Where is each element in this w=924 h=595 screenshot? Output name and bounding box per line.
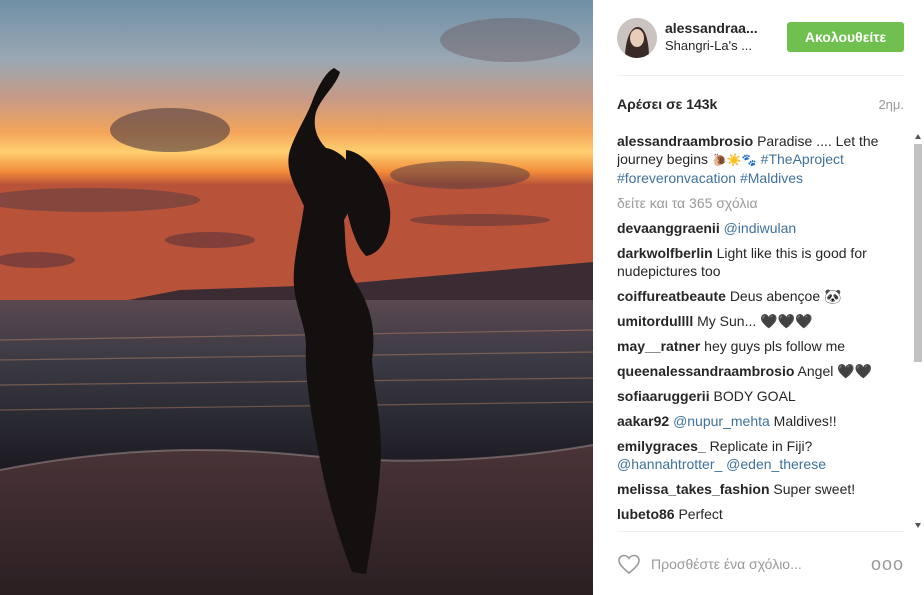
scroll-up-arrow[interactable] xyxy=(915,134,921,139)
comment-item: sofiaaruggerii BODY GOAL xyxy=(617,387,897,405)
post-username[interactable]: alessandraa... xyxy=(665,20,758,36)
comments-list[interactable]: alessandraambrosio Paradise .... Let the… xyxy=(617,132,897,530)
post-timestamp[interactable]: 2ημ. xyxy=(878,97,904,112)
avatar[interactable] xyxy=(617,18,657,58)
comments-scrollbar[interactable] xyxy=(912,132,924,530)
comment-footer: ooo xyxy=(617,531,904,595)
caption-emoji: 🐌☀️🐾 xyxy=(711,153,757,167)
sunset-photo xyxy=(0,0,593,595)
caption: alessandraambrosio Paradise .... Let the… xyxy=(617,132,897,187)
comment-item: melissa_takes_fashion Super sweet! xyxy=(617,480,897,498)
comment-text: Perfect xyxy=(678,506,723,522)
comment-item: aakar92 @nupur_mehta Maldives!! xyxy=(617,412,897,430)
mention-link[interactable]: @indiwulan xyxy=(724,220,797,236)
comment-item: darkwolfberlin Light like this is good f… xyxy=(617,244,897,280)
hashtag-link[interactable]: #TheAproject xyxy=(761,151,844,167)
comment-text: Deus abençoe 🐼 xyxy=(729,288,842,304)
add-comment-input[interactable] xyxy=(651,554,851,574)
scroll-thumb[interactable] xyxy=(914,144,922,362)
hashtag-link[interactable]: #foreveronvacation xyxy=(617,170,736,186)
likes-count[interactable]: Αρέσει σε 143k xyxy=(617,96,717,112)
likes-row: Αρέσει σε 143k 2ημ. xyxy=(617,96,904,116)
mention-link[interactable]: @nupur_mehta xyxy=(673,413,770,429)
comment-text: Super sweet! xyxy=(773,481,856,497)
comment-text: BODY GOAL xyxy=(713,388,796,404)
scroll-down-arrow[interactable] xyxy=(915,523,921,528)
comment-text: My Sun... 🖤🖤🖤 xyxy=(697,313,813,329)
post-header: alessandraa... Shangri-La's ... Ακολουθε… xyxy=(617,16,904,76)
comment-username[interactable]: emilygraces_ xyxy=(617,438,706,454)
comment-username[interactable]: queenalessandraambrosio xyxy=(617,363,794,379)
comment-item: queenalessandraambrosio Angel 🖤🖤 xyxy=(617,362,897,380)
more-options-icon[interactable]: ooo xyxy=(871,554,904,575)
avatar-image xyxy=(617,18,657,58)
comment-text: Replicate in Fiji? xyxy=(709,438,813,454)
comment-text: hey guys pls follow me xyxy=(704,338,846,354)
post-photo[interactable] xyxy=(0,0,593,595)
comment-item: coiffureatbeaute Deus abençoe 🐼 xyxy=(617,287,897,305)
mention-link[interactable]: @hannahtrotter_ @eden_therese xyxy=(617,456,826,472)
comment-username[interactable]: umitordullll xyxy=(617,313,693,329)
comment-username[interactable]: lubeto86 xyxy=(617,506,675,522)
post-location[interactable]: Shangri-La's ... xyxy=(665,38,752,53)
comment-item: devaanggraenii @indiwulan xyxy=(617,219,897,237)
comment-username[interactable]: may__ratner xyxy=(617,338,700,354)
hashtag-link[interactable]: #Maldives xyxy=(740,170,803,186)
comment-item: umitordullll My Sun... 🖤🖤🖤 xyxy=(617,312,897,330)
caption-username[interactable]: alessandraambrosio xyxy=(617,133,753,149)
comment-item: lubeto86 Perfect xyxy=(617,505,897,523)
comment-item: emilygraces_ Replicate in Fiji? @hannaht… xyxy=(617,437,897,473)
comment-username[interactable]: darkwolfberlin xyxy=(617,245,713,261)
comment-username[interactable]: aakar92 xyxy=(617,413,669,429)
follow-button[interactable]: Ακολουθείτε xyxy=(787,22,904,52)
comment-username[interactable]: devaanggraenii xyxy=(617,220,720,236)
comment-username[interactable]: coiffureatbeaute xyxy=(617,288,726,304)
heart-icon[interactable] xyxy=(617,553,641,575)
post-side-panel: alessandraa... Shangri-La's ... Ακολουθε… xyxy=(593,0,924,595)
comment-username[interactable]: melissa_takes_fashion xyxy=(617,481,770,497)
comment-item: may__ratner hey guys pls follow me xyxy=(617,337,897,355)
view-all-comments-link[interactable]: δείτε και τα 365 σχόλια xyxy=(617,194,897,212)
comment-username[interactable]: sofiaaruggerii xyxy=(617,388,710,404)
comment-text: Maldives!! xyxy=(773,413,837,429)
comment-text: Angel 🖤🖤 xyxy=(797,363,873,379)
